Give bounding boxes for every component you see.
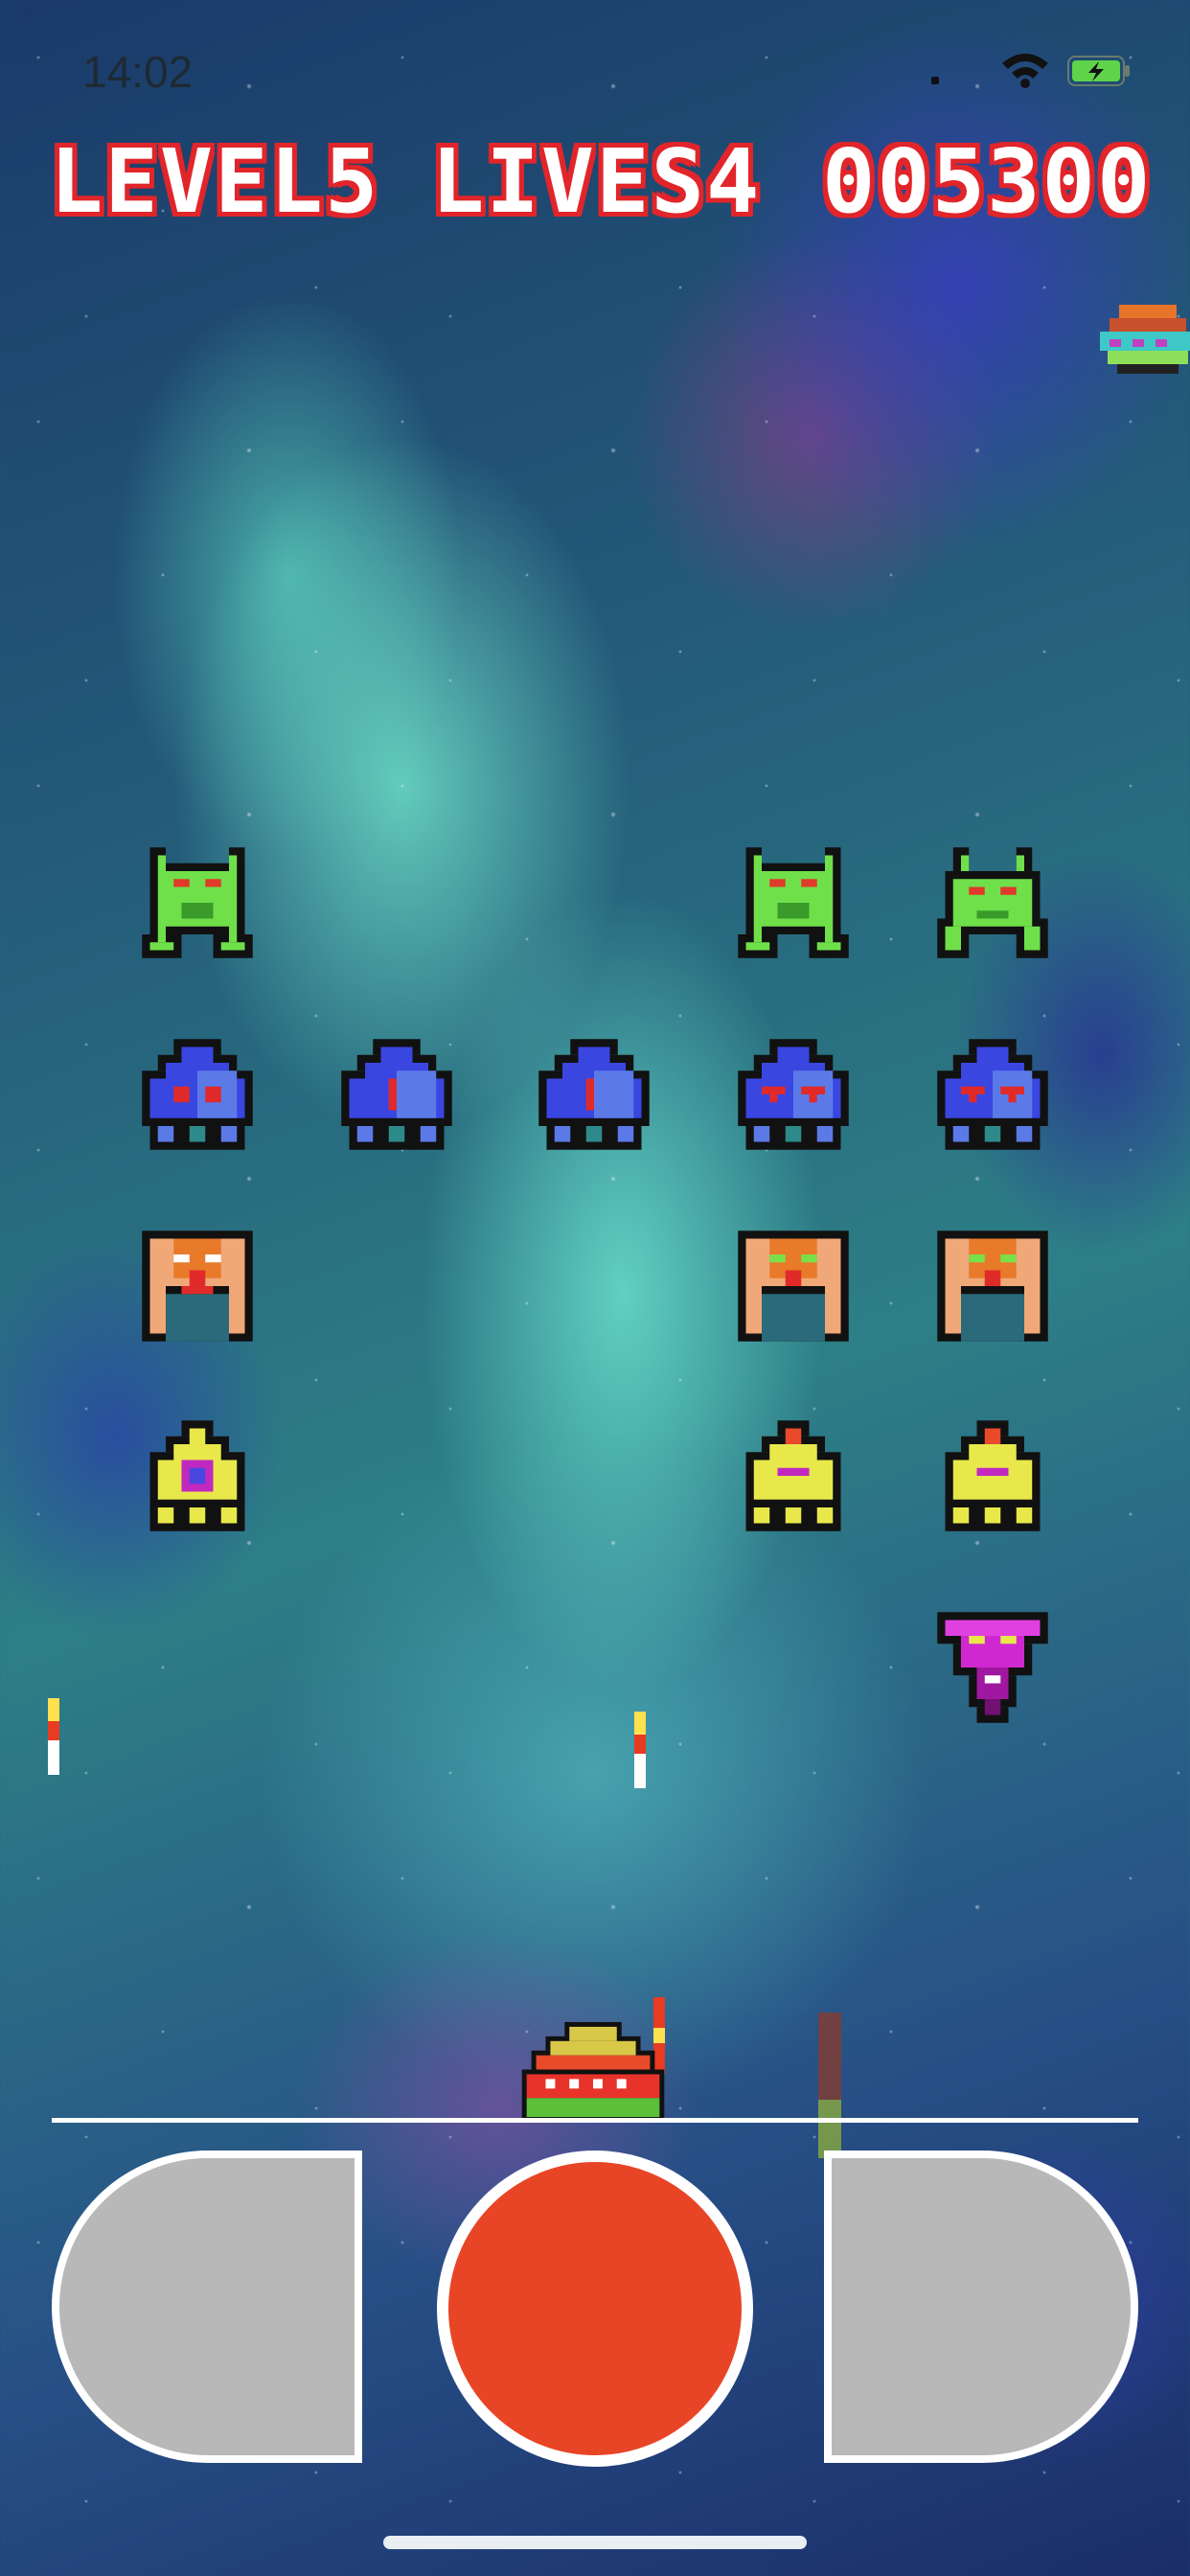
alien-blue-squid: [531, 1031, 657, 1158]
status-bar: 14:02: [0, 0, 1190, 134]
alien-blue-squid: [333, 1031, 460, 1158]
alien-bullet: [818, 2012, 841, 2158]
alien-blue-squid: [730, 1031, 857, 1158]
alien-orange-beetle: [134, 1223, 261, 1349]
fire-button[interactable]: [437, 2150, 753, 2467]
alien-green-crab: [929, 840, 1056, 966]
home-indicator[interactable]: [383, 2536, 807, 2549]
status-time: 14:02: [82, 47, 194, 97]
alien-green-crab: [730, 840, 857, 966]
lives-label: LIVES4: [431, 130, 762, 233]
hud: LEVEL5 LIVES4 005300: [0, 134, 1190, 240]
alien-yellow-drone: [134, 1413, 261, 1539]
wifi-icon: [1002, 54, 1048, 88]
move-left-button[interactable]: [52, 2150, 362, 2463]
level-label: LEVEL5: [50, 130, 380, 233]
battery-charging-icon: [1067, 56, 1130, 86]
move-right-button[interactable]: [824, 2150, 1138, 2463]
alien-green-crab: [134, 840, 261, 966]
alien-magenta-diver: [929, 1604, 1056, 1731]
alien-yellow-drone: [730, 1413, 857, 1539]
alien-bullet: [634, 1712, 646, 1788]
alien-yellow-drone: [929, 1413, 1056, 1539]
alien-blue-squid: [929, 1031, 1056, 1158]
signal-dot: [931, 77, 939, 84]
alien-orange-beetle: [730, 1223, 857, 1349]
alien-blue-squid: [134, 1031, 261, 1158]
ground-line: [52, 2118, 1138, 2123]
score-label: 005300: [822, 130, 1153, 233]
player-ship: [521, 2022, 665, 2122]
mystery-ufo: [1100, 305, 1190, 374]
alien-orange-beetle: [929, 1223, 1056, 1349]
alien-bullet: [48, 1698, 59, 1775]
